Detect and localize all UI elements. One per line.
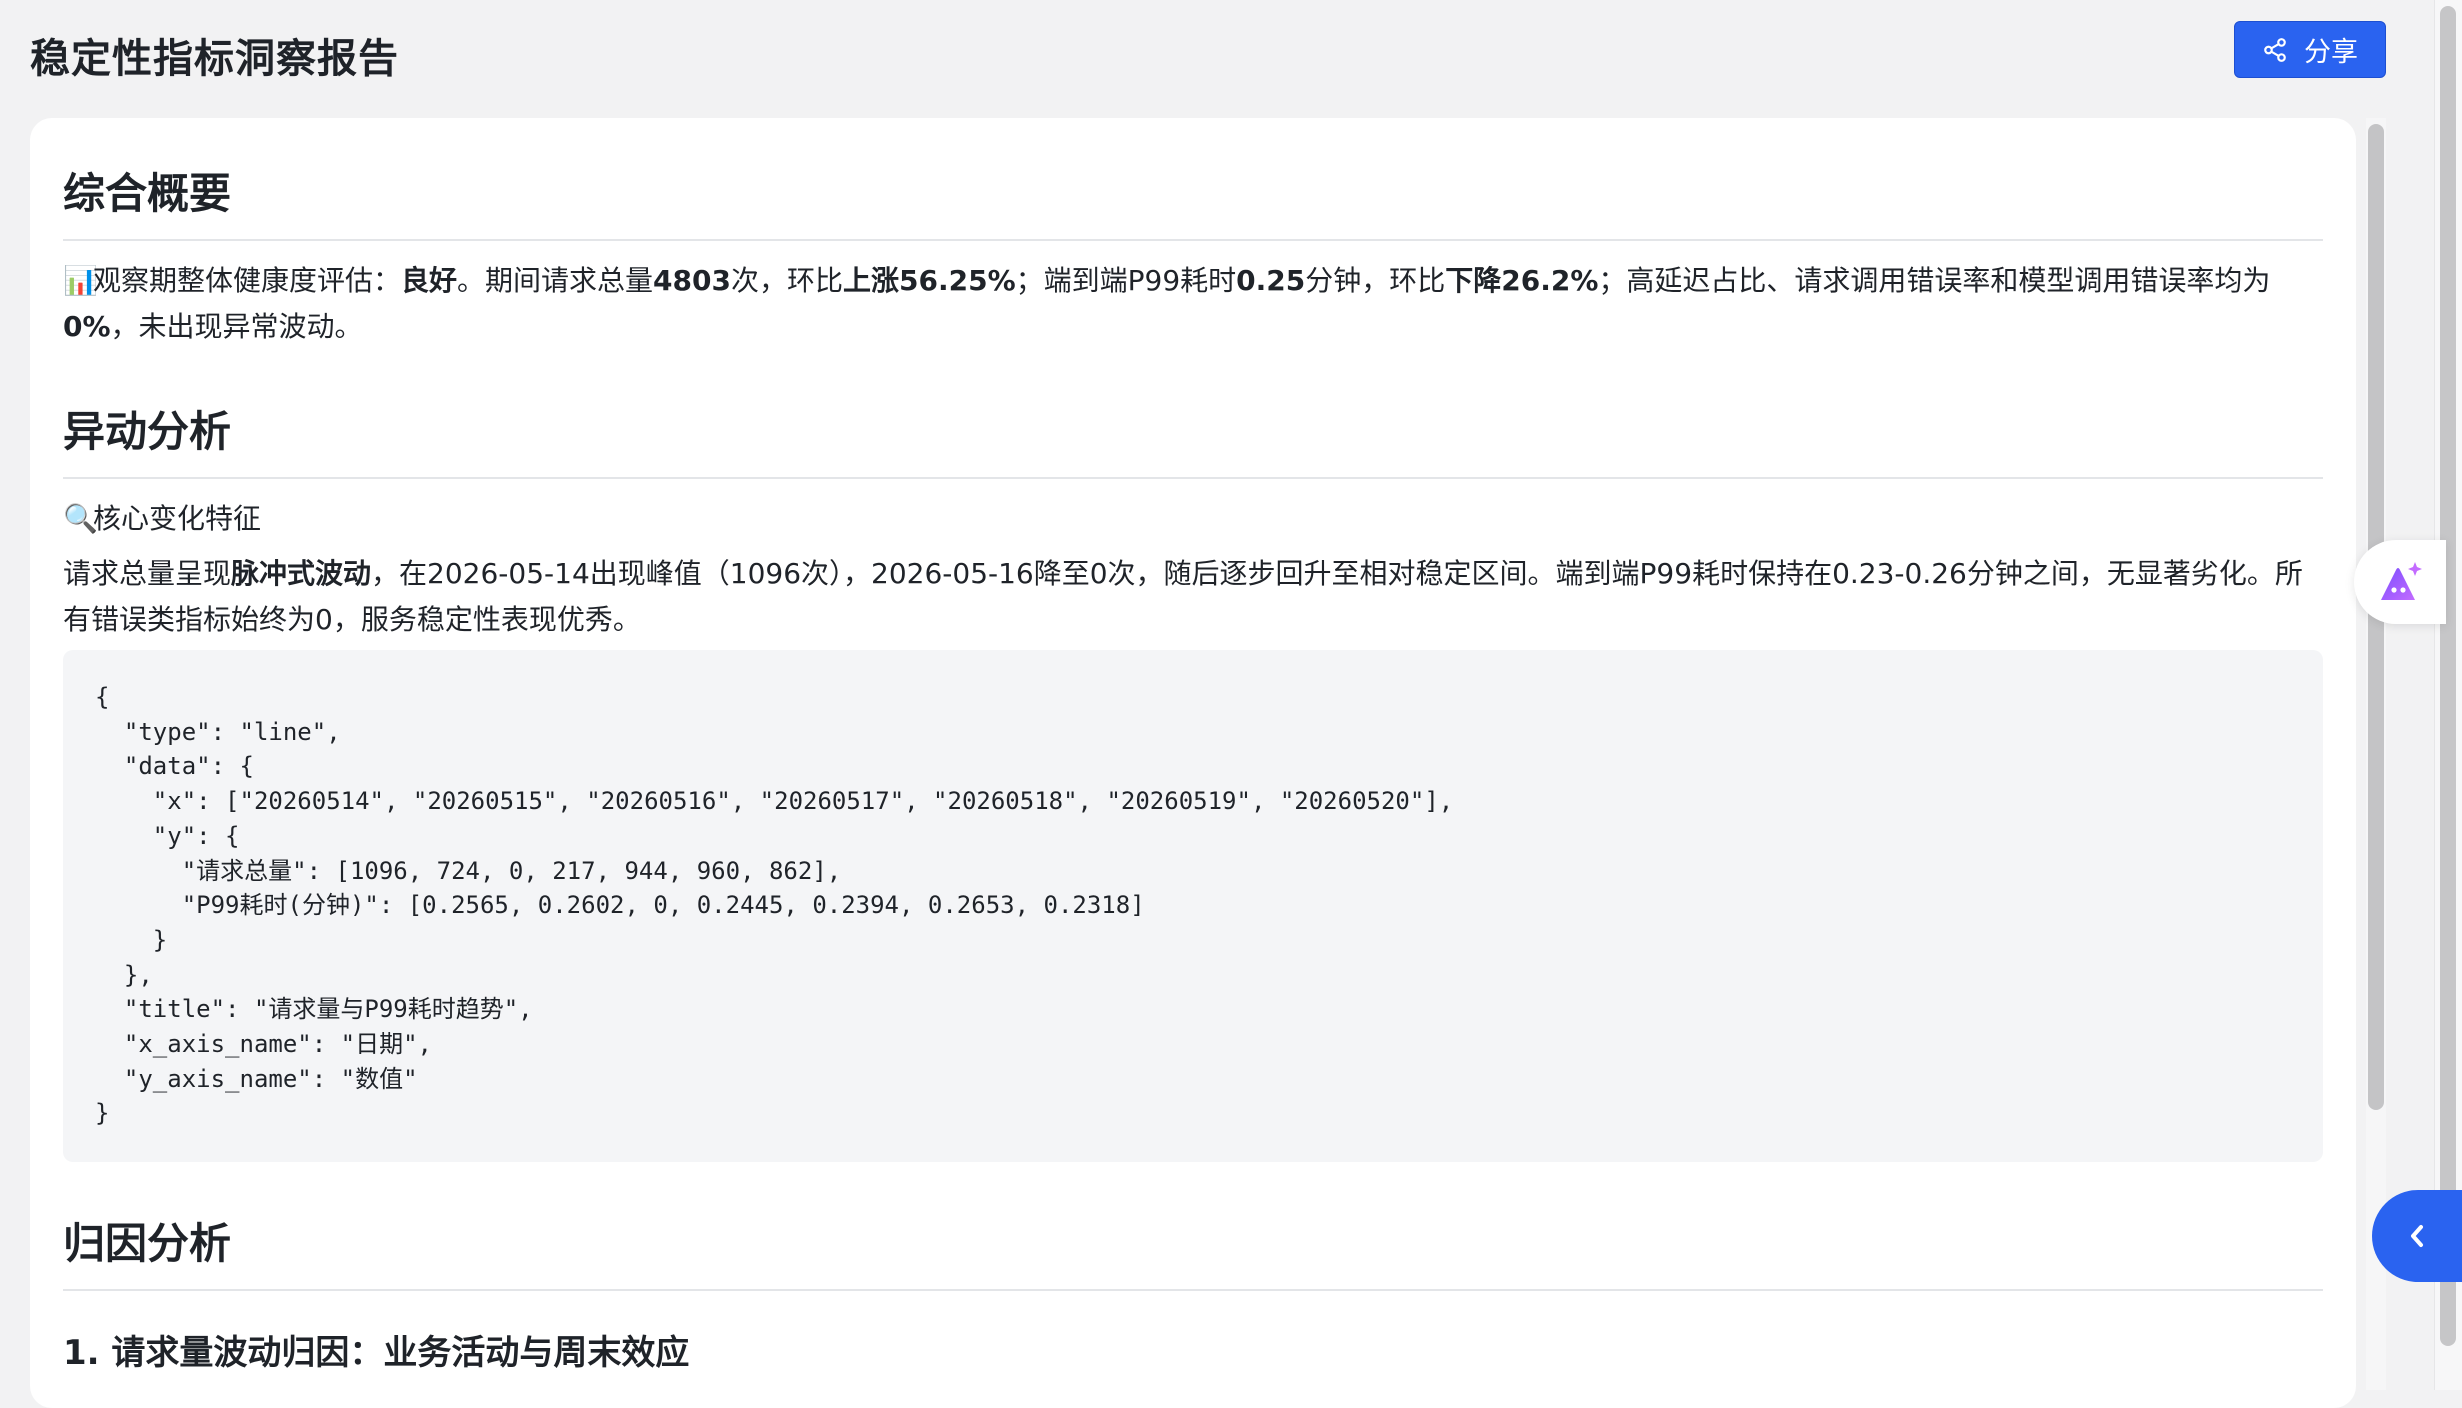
chevron-left-icon xyxy=(2411,1225,2423,1247)
anomaly-subtitle: 🔍核心变化特征 xyxy=(63,496,2323,542)
collapse-panel-button[interactable] xyxy=(2372,1190,2462,1282)
section-title-overview: 综合概要 xyxy=(63,160,2323,241)
overview-summary: 📊观察期整体健康度评估：良好。期间请求总量4803次，环比上涨56.25%；端到… xyxy=(63,258,2323,350)
overview-total-requests: 4803 xyxy=(653,264,731,297)
top-bar: 稳定性指标洞察报告 分享 xyxy=(0,0,2462,110)
attribution-subtitle-1: 1. 请求量波动归因：业务活动与周末效应 xyxy=(63,1333,690,1373)
overview-p99-value: 0.25 xyxy=(1236,264,1306,297)
anomaly-text-2: ，在2026-05-14出现峰值（1096次），2026-05-16降至0次，随… xyxy=(63,557,2303,636)
page-scrollbar-thumb[interactable] xyxy=(2440,6,2456,1346)
anomaly-paragraph: 请求总量呈现脉冲式波动，在2026-05-14出现峰值（1096次），2026-… xyxy=(63,551,2323,643)
ai-assistant-icon xyxy=(2381,562,2422,600)
share-button-label: 分享 xyxy=(2304,37,2358,67)
share-button[interactable]: 分享 xyxy=(2234,21,2386,78)
bar-chart-icon: 📊 xyxy=(63,264,98,297)
anomaly-subtitle-text: 核心变化特征 xyxy=(93,502,262,535)
ai-assistant-button[interactable] xyxy=(2354,540,2446,624)
overview-text-5: 分钟，环比 xyxy=(1305,264,1446,297)
overview-health-value: 良好 xyxy=(401,264,458,297)
section-title-attribution: 归因分析 xyxy=(63,1210,2323,1291)
page-title: 稳定性指标洞察报告 xyxy=(30,36,399,82)
overview-p99-change: 下降26.2% xyxy=(1445,264,1599,297)
anomaly-text-1: 请求总量呈现 xyxy=(63,557,232,590)
overview-text-2: 。期间请求总量 xyxy=(457,264,654,297)
overview-request-change: 上涨56.25% xyxy=(843,264,1016,297)
overview-error-rate: 0% xyxy=(63,310,111,343)
overview-text-7: ，未出现异常波动。 xyxy=(110,310,363,343)
code-block[interactable]: { "type": "line", "data": { "x": ["20260… xyxy=(63,650,2323,1162)
overview-text-4: ；端到端P99耗时 xyxy=(1015,264,1237,297)
anomaly-pattern: 脉冲式波动 xyxy=(231,557,372,590)
share-icon xyxy=(2264,37,2286,62)
overview-text-3: 次，环比 xyxy=(730,264,843,297)
section-title-anomaly: 异动分析 xyxy=(63,398,2323,479)
magnifier-icon: 🔍 xyxy=(63,502,98,535)
overview-text-1: 观察期整体健康度评估： xyxy=(93,264,402,297)
overview-text-6: ；高延迟占比、请求调用错误率和模型调用错误率均为 xyxy=(1598,264,2271,297)
report-card: 综合概要 📊观察期整体健康度评估：良好。期间请求总量4803次，环比上涨56.2… xyxy=(30,118,2356,1408)
